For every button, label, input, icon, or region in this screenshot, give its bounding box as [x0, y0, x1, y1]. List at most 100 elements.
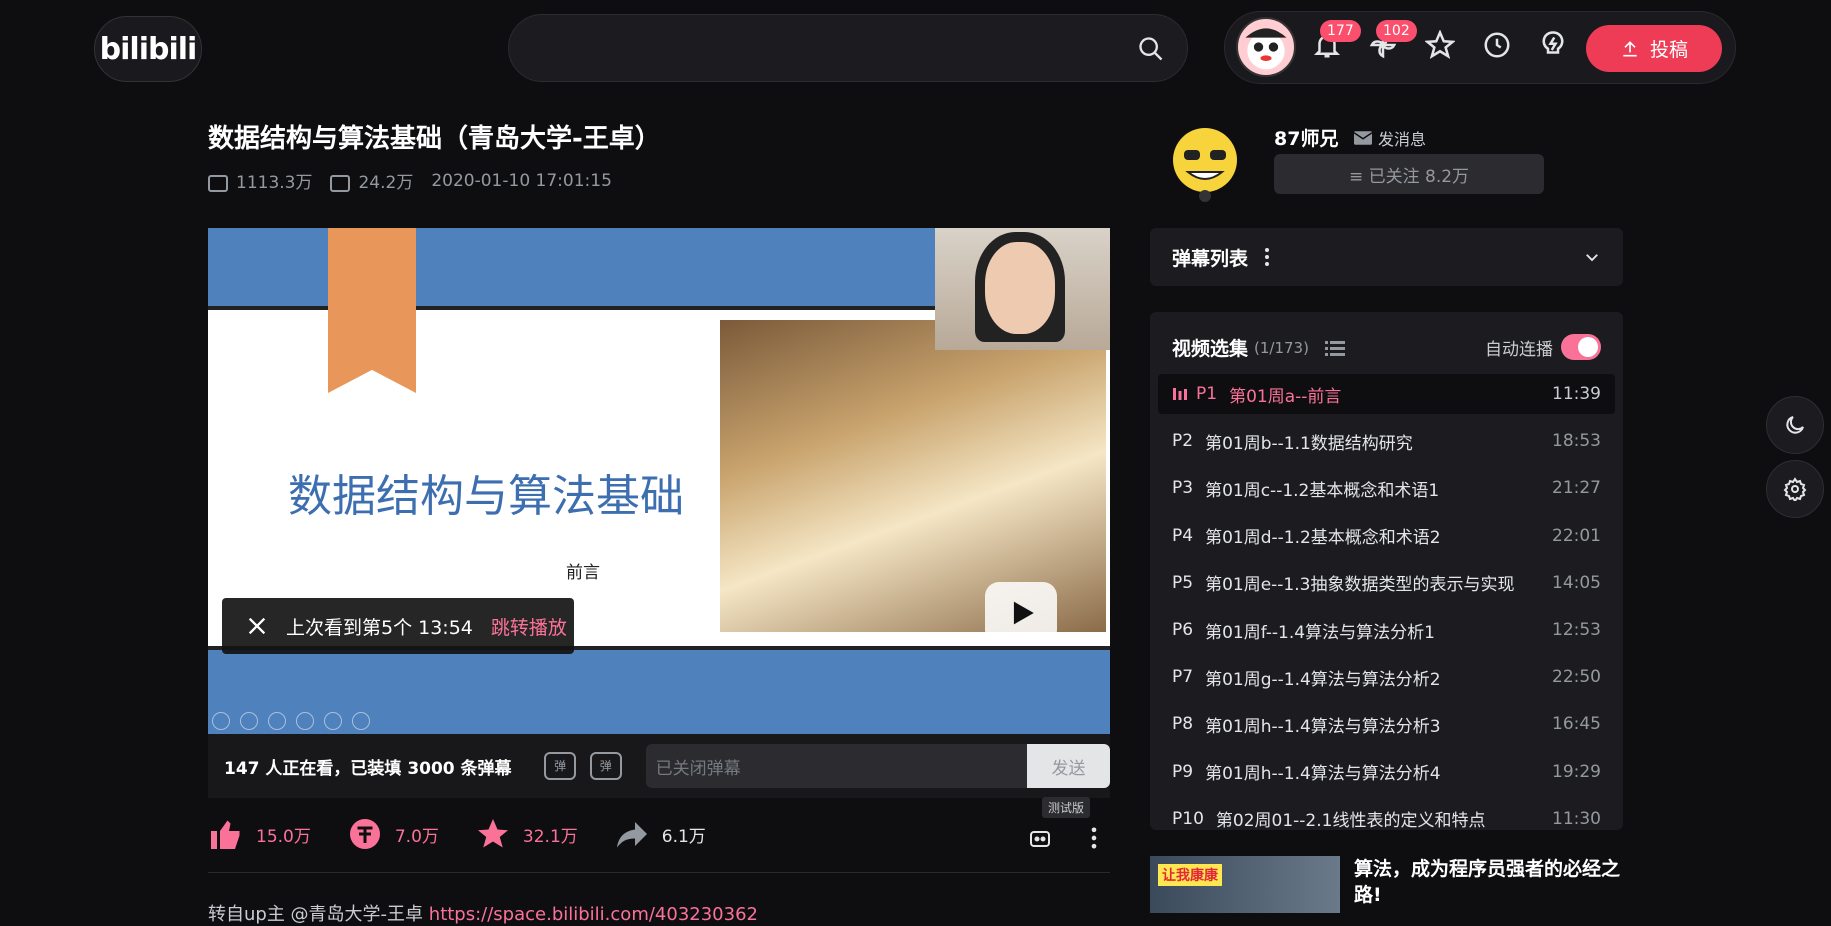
danmaku-count-icon: [330, 174, 351, 192]
play-icon: [1013, 601, 1034, 625]
coin-count: 7.0万: [394, 826, 439, 847]
lightbulb-icon[interactable]: [1538, 30, 1568, 60]
description-prefix: 转自up主 @青岛大学-王卓: [208, 904, 429, 925]
zoom-icon[interactable]: [324, 712, 342, 730]
star-icon[interactable]: [1425, 30, 1455, 60]
playlist-count: (1/173): [1254, 338, 1309, 357]
pen-icon[interactable]: [268, 712, 286, 730]
episode-item[interactable]: P8 第01周h--1.4算法与算法分析3 16:45: [1158, 704, 1615, 744]
chevron-down-icon[interactable]: [1583, 248, 1601, 266]
share-button[interactable]: 6.1万: [614, 816, 706, 852]
message-label: 发消息: [1378, 130, 1427, 149]
recommendation-thumbnail[interactable]: 让我康康: [1150, 856, 1340, 913]
search-icon[interactable]: [1137, 35, 1165, 63]
jump-play-link[interactable]: 跳转播放: [491, 613, 567, 640]
gear-icon: [1783, 477, 1807, 501]
favorite-button[interactable]: 32.1万: [475, 816, 578, 852]
danmaku-toggle-icon[interactable]: 弹: [544, 752, 576, 780]
episode-title: 第01周b--1.1数据结构研究: [1205, 433, 1413, 454]
watching-count: 147 人正在看，已装填 3000 条弹幕: [224, 758, 512, 779]
more-vertical-icon[interactable]: [1264, 247, 1270, 267]
video-description: 转自up主 @青岛大学-王卓 https://space.bilibili.co…: [208, 900, 758, 926]
episode-item[interactable]: P1 第01周a--前言 11:39: [1158, 374, 1615, 414]
episode-item[interactable]: P10 第02周01--2.1线性表的定义和特点 11:30: [1158, 799, 1615, 830]
thumbs-up-icon: [211, 820, 240, 849]
autoplay-toggle[interactable]: [1561, 334, 1601, 360]
like-button[interactable]: 15.0万: [208, 816, 311, 852]
presenter-webcam: [935, 228, 1110, 350]
episode-duration: 12:53: [1552, 620, 1601, 640]
play-button[interactable]: [985, 582, 1057, 644]
episode-duration: 11:30: [1552, 808, 1601, 829]
episode-title: 第01周d--1.2基本概念和术语2: [1205, 528, 1441, 549]
upload-label: 投稿: [1649, 39, 1688, 61]
robot-icon[interactable]: [1026, 826, 1054, 850]
share-count: 6.1万: [661, 826, 706, 847]
send-button[interactable]: 发送: [1027, 744, 1110, 788]
uploader-avatar[interactable]: [1168, 124, 1242, 204]
episode-item[interactable]: P3 第01周c--1.2基本概念和术语1 21:27: [1158, 468, 1615, 508]
episode-number: P8: [1172, 714, 1194, 735]
danmaku-count: 24.2万: [358, 173, 414, 193]
close-icon[interactable]: [246, 615, 268, 637]
danmaku-settings-icon[interactable]: 弹: [589, 752, 622, 780]
episode-duration: 19:29: [1552, 761, 1601, 782]
episode-item[interactable]: P4 第01周d--1.2基本概念和术语2 22:01: [1158, 516, 1615, 556]
prev-icon[interactable]: [212, 712, 230, 730]
episode-title: 第01周f--1.4算法与算法分析1: [1205, 622, 1435, 643]
history-clock-icon[interactable]: [1482, 30, 1512, 60]
episode-number: P6: [1172, 620, 1194, 640]
episode-number: P10: [1172, 808, 1204, 829]
mail-icon: [1354, 131, 1372, 145]
episode-item[interactable]: P2 第01周b--1.1数据结构研究 18:53: [1158, 421, 1615, 461]
coin-button[interactable]: 7.0万: [347, 816, 439, 852]
send-message-button[interactable]: 发消息: [1354, 126, 1426, 150]
upload-icon: [1623, 40, 1637, 56]
recommendation-title[interactable]: 算法，成为程序员强者的必经之路!: [1354, 856, 1624, 908]
playlist-title: 视频选集: [1172, 338, 1249, 360]
beta-tag: 测试版: [1042, 797, 1091, 818]
view-count: 1113.3万: [236, 173, 313, 193]
episode-duration: 14:05: [1552, 572, 1601, 593]
settings-button[interactable]: [1766, 460, 1824, 518]
list-icon[interactable]: [1324, 340, 1345, 356]
episode-item[interactable]: P6 第01周f--1.4算法与算法分析1 12:53: [1158, 610, 1615, 650]
next-icon[interactable]: [240, 712, 258, 730]
bilibili-logo[interactable]: bilibili: [94, 16, 202, 82]
notification-badge: 177: [1320, 20, 1361, 42]
episode-item[interactable]: P7 第01周g--1.4算法与算法分析2 22:50: [1158, 657, 1615, 697]
danmaku-bar: 147 人正在看，已装填 3000 条弹幕 弹 弹 已关闭弹幕 发送: [208, 734, 1110, 798]
episode-duration: 22:50: [1552, 667, 1601, 688]
more-icon[interactable]: [352, 712, 370, 730]
slide-title: 数据结构与算法基础: [288, 471, 684, 522]
episode-playlist: 视频选集 (1/173) 自动连播 P1 第01周a--前言 11:39 P2 第01周…: [1150, 312, 1623, 830]
video-actions: 15.0万 7.0万 32.1万 6.1万: [208, 816, 742, 852]
danmaku-list-label: 弹幕列表: [1172, 247, 1249, 270]
follow-button[interactable]: ≡ 已关注 8.2万: [1274, 154, 1544, 194]
slide-subtitle: 前言: [566, 563, 600, 583]
episode-item[interactable]: P9 第01周h--1.4算法与算法分析4 19:29: [1158, 752, 1615, 792]
episode-title: 第01周a--前言: [1229, 386, 1342, 407]
episode-duration: 18:53: [1552, 431, 1601, 452]
night-mode-button[interactable]: [1766, 396, 1824, 454]
more-vertical-icon[interactable]: [1080, 824, 1108, 852]
user-avatar[interactable]: [1236, 17, 1296, 77]
uploader-name[interactable]: 87师兄: [1274, 124, 1338, 151]
upload-button[interactable]: 投稿: [1586, 25, 1722, 72]
episode-title: 第01周g--1.4算法与算法分析2: [1205, 669, 1441, 690]
danmaku-list-panel[interactable]: 弹幕列表: [1150, 228, 1623, 286]
moon-icon: [1786, 416, 1804, 434]
episode-duration: 11:39: [1552, 384, 1601, 404]
favorite-star-icon: [477, 819, 508, 848]
play-count-icon: [208, 174, 228, 192]
episode-duration: 21:27: [1552, 478, 1601, 499]
playing-bars-icon: [1173, 388, 1187, 400]
episode-number: P5: [1172, 572, 1194, 593]
episode-item[interactable]: P5 第01周e--1.3抽象数据类型的表示与实现 14:05: [1158, 563, 1615, 603]
description-link[interactable]: https://space.bilibili.com/403230362: [429, 904, 758, 925]
video-title: 数据结构与算法基础（青岛大学-王卓）: [208, 124, 661, 154]
grid-icon[interactable]: [296, 712, 314, 730]
playlist-header: 视频选集 (1/173): [1172, 334, 1345, 361]
search-input[interactable]: [508, 14, 1188, 82]
danmaku-input[interactable]: 已关闭弹幕: [645, 744, 1028, 788]
